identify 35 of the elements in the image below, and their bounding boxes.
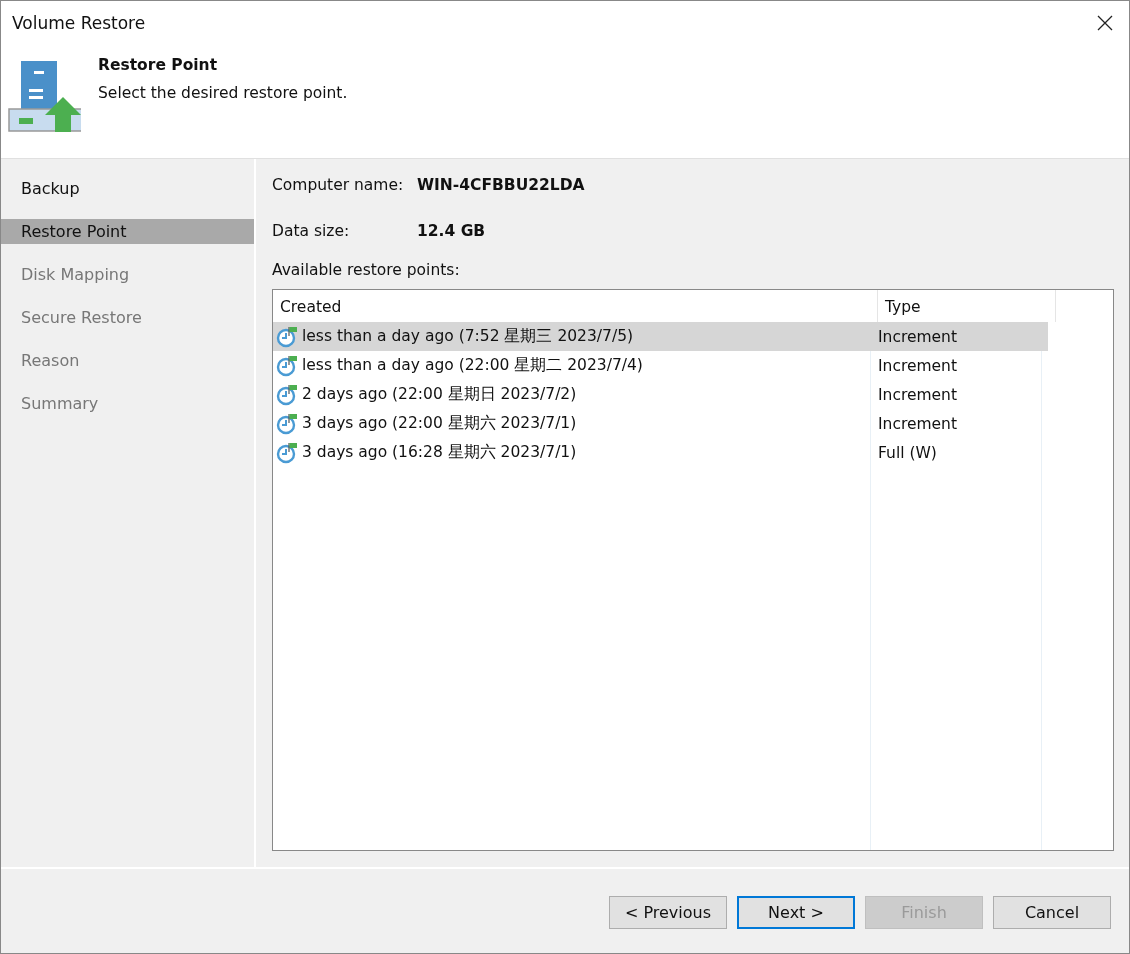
field-value: 12.4 GB xyxy=(417,222,486,240)
field-label: Computer name: xyxy=(272,176,405,194)
restore-point-row[interactable]: 2 days ago (22:00 星期日 2023/7/2) Increment xyxy=(273,380,1048,409)
restore-point-row[interactable]: less than a day ago (7:52 星期三 2023/7/5) Increment xyxy=(273,322,1048,351)
window-title: Volume Restore xyxy=(12,13,146,33)
page-subtitle: Select the desired restore point. xyxy=(98,84,348,102)
field-label: Data size: xyxy=(272,222,351,240)
clock-flag-icon xyxy=(276,412,298,435)
type-text: Increment xyxy=(878,385,958,404)
created-text: less than a day ago (22:00 星期二 2023/7/4) xyxy=(302,355,643,376)
type-text: Increment xyxy=(878,356,958,375)
created-text: 3 days ago (16:28 星期六 2023/7/1) xyxy=(302,442,577,463)
type-text: Full (W) xyxy=(878,443,937,462)
clock-flag-icon xyxy=(276,383,298,406)
page-title: Restore Point xyxy=(98,56,219,74)
list-label: Available restore points: xyxy=(272,261,461,279)
type-text: Increment xyxy=(878,414,958,433)
clock-flag-icon xyxy=(276,354,298,377)
restore-point-row[interactable]: 3 days ago (22:00 星期六 2023/7/1) Increment xyxy=(273,409,1048,438)
created-text: less than a day ago (7:52 星期三 2023/7/5) xyxy=(302,326,634,347)
wizard-button[interactable]: < Previous xyxy=(609,895,727,929)
field-value: WIN-4CFBBU22LDA xyxy=(417,176,585,194)
wizard-button[interactable]: Cancel xyxy=(993,895,1111,929)
restore-point-row[interactable]: less than a day ago (22:00 星期二 2023/7/4) Increment xyxy=(273,351,1048,380)
created-text: 2 days ago (22:00 星期日 2023/7/2) xyxy=(302,384,577,405)
clock-flag-icon xyxy=(276,441,298,464)
created-text: 3 days ago (22:00 星期六 2023/7/1) xyxy=(302,413,577,434)
type-text: Increment xyxy=(878,327,958,346)
column-header[interactable]: Created xyxy=(273,290,877,322)
wizard-step[interactable]: Restore Point xyxy=(1,219,254,244)
wizard-button[interactable]: Next > xyxy=(737,895,855,929)
restore-point-row[interactable]: 3 days ago (16:28 星期六 2023/7/1) Full (W) xyxy=(273,438,1048,467)
clock-flag-icon xyxy=(276,325,298,348)
wizard-step[interactable]: Backup xyxy=(1,176,254,201)
close-icon[interactable] xyxy=(1097,15,1113,31)
